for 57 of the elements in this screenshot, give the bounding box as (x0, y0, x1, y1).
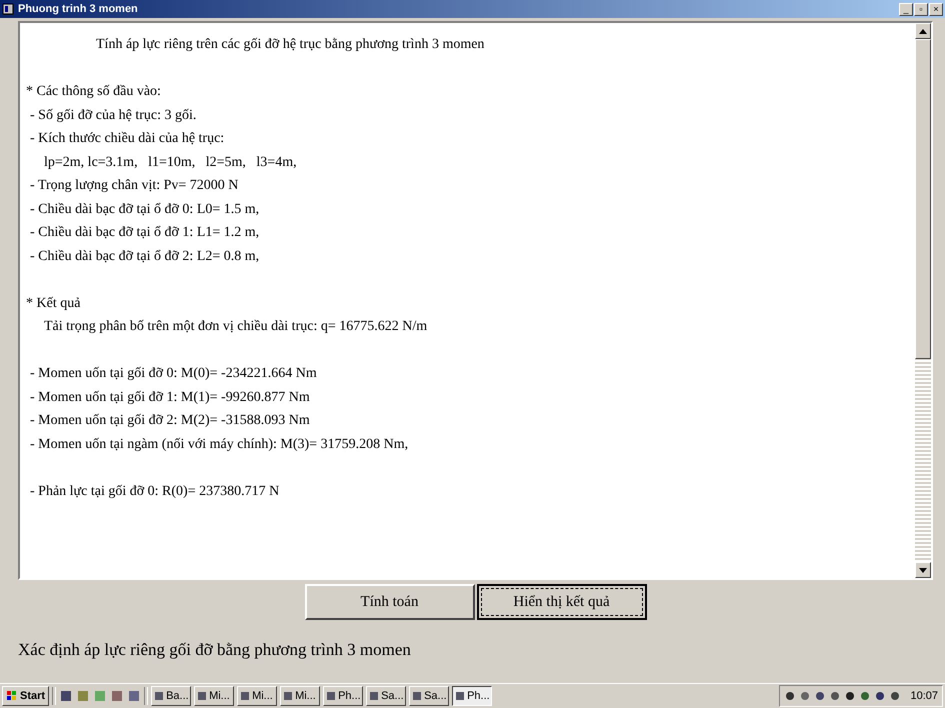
output-line: * Các thông số đầu vào: (26, 83, 162, 101)
tray-icon[interactable] (874, 690, 886, 702)
output-line: - Chiều dài bạc đỡ tại ổ đỡ 2: L2= 0.8 m, (29, 248, 260, 266)
close-button[interactable]: × (929, 2, 943, 16)
output-line: * Kết quả (26, 294, 82, 312)
taskbar-button[interactable]: Mi... (280, 686, 320, 706)
output-line: - Momen uốn tại gối đỡ 2: M(2)= -31588.093 Nm (29, 412, 311, 430)
window-icon (326, 691, 336, 701)
window-icon (412, 691, 422, 701)
output-line: Tải trọng phân bố trên một đơn vị chiều dài trục: q= 16775.622 N/m (43, 318, 428, 336)
window-icon (197, 691, 208, 701)
output-line: - Kích thước chiều dài của hệ trục: (29, 130, 226, 148)
tray-icon[interactable] (859, 690, 872, 702)
taskbar-button[interactable]: Mi... (237, 686, 278, 706)
clock: 10:07 (910, 690, 938, 702)
windows-flag-icon (6, 690, 18, 702)
window-icon (455, 691, 466, 701)
window-title: Phuong trinh 3 momen (18, 3, 139, 15)
scroll-up-icon[interactable] (919, 28, 927, 34)
tray-icon[interactable] (844, 690, 856, 702)
status-label: Xác định áp lực riêng gối đỡ bằng phương trình 3 momen (18, 640, 412, 660)
taskbar-button[interactable]: Ph... (323, 686, 364, 706)
scroll-bar[interactable] (915, 23, 931, 578)
start-button[interactable]: Start (2, 686, 50, 706)
taskbar-button[interactable]: Ba... (151, 686, 192, 706)
output-line: - Số gối đỡ của hệ trục: 3 gối. (29, 106, 198, 124)
output-line: - Momen uốn tại gối đỡ 1: M(1)= -99260.877 Nm (29, 388, 311, 406)
taskbar-button[interactable]: Sa... (366, 686, 406, 706)
minimize-button[interactable]: _ (899, 2, 913, 16)
taskbar-button[interactable]: Mi... (194, 686, 234, 706)
scroll-down-icon[interactable] (919, 568, 927, 572)
window-icon (283, 691, 294, 701)
tray-icon[interactable] (784, 690, 796, 702)
window-icon (240, 691, 250, 701)
output-line: - Trọng lượng chân vịt: Pv= 72000 N (29, 177, 240, 195)
output-line: lp=2m, lc=3.1m, l1=10m, l2=5m, l3=4m, (43, 154, 298, 172)
output-line: Tính áp lực riêng trên các gối đỡ hệ trục bằng phương trình 3 momen (95, 36, 486, 54)
tray-icon[interactable] (814, 690, 826, 702)
output-line: - Chiều dài bạc đỡ tại ổ đỡ 0: L0= 1.5 m, (29, 200, 260, 218)
window-icon (154, 691, 164, 701)
output-line: - Chiều dài bạc đỡ tại ổ đỡ 1: L1= 1.2 m, (29, 224, 260, 242)
taskbar-button[interactable]: Sa... (409, 686, 450, 706)
quick-launch-icon[interactable] (127, 689, 142, 703)
window-icon (369, 691, 380, 701)
maximize-button[interactable]: ▫ (914, 2, 928, 16)
quick-launch-icon[interactable] (110, 689, 124, 703)
output-line: - Momen uốn tại ngàm (nối với máy chính): M(3)= 31759.208 Nm, (29, 436, 410, 454)
calculate-button[interactable]: Tính toán (304, 584, 474, 620)
tray-icon[interactable] (889, 690, 902, 702)
quick-launch-icon[interactable] (59, 689, 74, 703)
taskbar-button[interactable]: Ph... (452, 686, 492, 706)
app-icon (2, 3, 14, 15)
output-text-area[interactable] (18, 21, 933, 580)
output-line: - Momen uốn tại gối đỡ 0: M(0)= -234221.664 Nm (29, 365, 318, 383)
output-line: - Phản lực tại gối đỡ 0: R(0)= 237380.717 N (29, 482, 280, 500)
show-result-button[interactable]: Hiển thị kết quả (476, 584, 646, 620)
tray-icon[interactable] (829, 690, 842, 702)
